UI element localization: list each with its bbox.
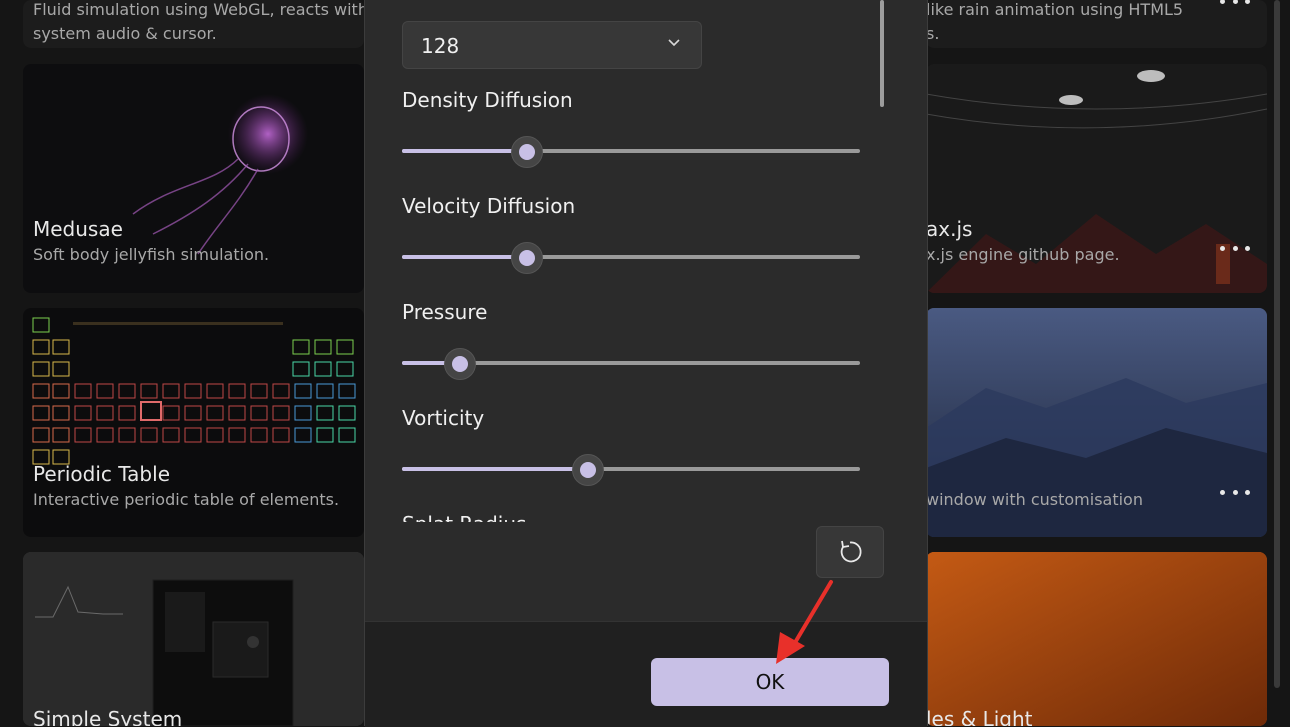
motherboard-image <box>23 552 364 726</box>
more-options-button[interactable] <box>1220 485 1250 499</box>
more-icon <box>1220 0 1225 4</box>
page-scrollbar[interactable] <box>1274 0 1280 688</box>
reset-icon <box>840 540 862 563</box>
card-particles-light[interactable]: les & Light <box>926 552 1267 726</box>
density-diffusion-slider[interactable] <box>402 136 860 168</box>
settings-dialog: 128 Density Diffusion Velocity Diffusion… <box>364 0 928 727</box>
chevron-down-icon <box>668 39 680 47</box>
velocity-diffusion-slider[interactable] <box>402 242 860 274</box>
velocity-diffusion-label: Velocity Diffusion <box>402 194 576 218</box>
card-rain-animation[interactable]: like rain animation using HTML5 s. <box>926 0 1267 48</box>
quality-dropdown[interactable]: 128 <box>402 21 702 69</box>
slider-fill <box>402 255 526 259</box>
dropdown-value: 128 <box>421 34 460 58</box>
card-title: les & Light <box>926 707 1033 726</box>
slider-thumb[interactable] <box>510 242 543 274</box>
card-window-customisation[interactable]: window with customisation <box>926 308 1267 537</box>
card-desc: Soft body jellyfish simulation. <box>33 245 270 264</box>
card-desc-line1: like rain animation using HTML5 <box>926 0 1184 19</box>
dialog-scrollbar[interactable] <box>880 0 884 107</box>
slider-thumb[interactable] <box>510 136 543 168</box>
card-desc-line2: s. <box>926 24 940 43</box>
card-title: Medusae <box>33 217 123 241</box>
ok-button[interactable]: OK <box>651 658 889 706</box>
vorticity-slider[interactable] <box>402 454 860 486</box>
splat-radius-label: Splat Radius <box>402 512 526 522</box>
density-diffusion-label: Density Diffusion <box>402 88 573 112</box>
more-options-button[interactable] <box>1220 241 1250 255</box>
card-title: ax.js <box>926 217 973 241</box>
splat-radius-label-clipped: Splat Radius <box>402 510 702 522</box>
orange-wallpaper-image <box>926 552 1267 726</box>
card-desc: Interactive periodic table of elements. <box>33 490 340 509</box>
more-icon <box>1220 245 1225 251</box>
card-fluid-simulation[interactable]: Fluid simulation using WebGL, reacts wit… <box>23 0 364 48</box>
pressure-slider[interactable] <box>402 348 860 380</box>
slider-fill <box>402 149 526 153</box>
more-icon <box>1220 489 1225 495</box>
slider-thumb[interactable] <box>444 348 477 380</box>
more-options-button[interactable] <box>1220 0 1250 8</box>
card-periodic-table[interactable]: Periodic Table Interactive periodic tabl… <box>23 308 364 537</box>
card-desc-line2: system audio & cursor. <box>33 24 217 43</box>
card-simple-system[interactable]: Simple System <box>23 552 364 726</box>
card-title: Simple System <box>33 707 183 726</box>
pressure-label: Pressure <box>402 300 488 324</box>
slider-thumb[interactable] <box>572 454 605 486</box>
slider-fill <box>402 467 588 471</box>
card-desc: x.js engine github page. <box>926 245 1120 264</box>
card-medusae[interactable]: Medusae Soft body jellyfish simulation. <box>23 64 364 293</box>
card-desc-line1: Fluid simulation using WebGL, reacts wit… <box>33 0 364 19</box>
card-matter-js[interactable]: ax.js x.js engine github page. <box>926 64 1267 293</box>
card-desc: window with customisation <box>926 490 1143 509</box>
card-title: Periodic Table <box>33 462 170 486</box>
reset-button[interactable] <box>816 526 884 578</box>
vorticity-label: Vorticity <box>402 406 485 430</box>
